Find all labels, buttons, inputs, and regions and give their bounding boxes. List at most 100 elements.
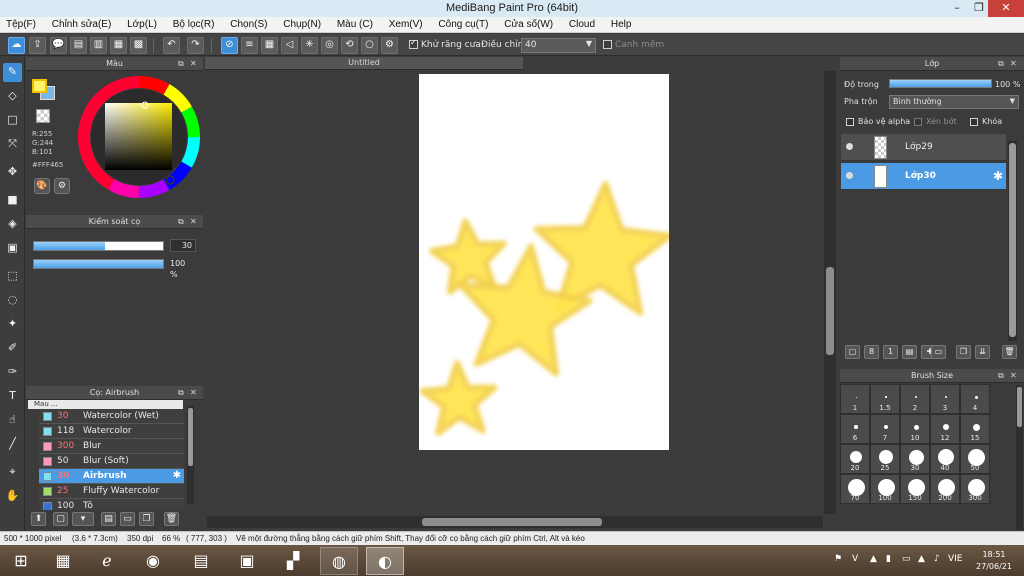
menu-help[interactable]: Help [611,17,632,30]
lock-checkbox[interactable] [970,118,978,126]
curve-snap-icon[interactable]: ⟲ [341,37,358,54]
clipping-checkbox[interactable] [914,118,922,126]
vertical-scrollbar[interactable] [824,71,836,514]
brush-list-item[interactable]: 25 Fluffy Watercolor [39,484,184,499]
hand-tool-icon[interactable]: ✋ [3,487,22,506]
brush-opacity-slider[interactable] [33,259,164,269]
bucket-tool-icon[interactable]: ◈ [3,215,22,234]
brush-list-item[interactable]: 118 Watercolor [39,424,184,439]
brush-size-slider[interactable] [33,241,164,251]
menu-snap[interactable]: Chụp(N) [283,17,321,30]
close-icon[interactable]: ✕ [1010,57,1017,70]
undock-icon[interactable]: ⧉ [178,386,184,399]
gradient-tool-icon[interactable]: ▣ [3,239,22,258]
document-icon[interactable]: ▥ [90,37,107,54]
delete-brush-icon[interactable]: 🗑 [164,512,179,526]
cross-snap-icon[interactable]: ▦ [261,37,278,54]
file-explorer-icon[interactable]: ▤ [182,547,220,575]
smudge-tool-icon[interactable]: ⤧ [3,135,22,154]
brush-size-option[interactable]: 20 [840,444,870,474]
alpha-protect-checkbox[interactable] [846,118,854,126]
scroll-thumb[interactable] [422,518,602,526]
foreground-color-swatch[interactable] [32,79,47,93]
menu-layer[interactable]: Lớp(L) [127,17,157,30]
radial-snap-icon[interactable]: ✳ [301,37,318,54]
operation-tool-icon[interactable]: ☝ [3,411,22,430]
color-wheel[interactable] [77,75,202,200]
new-8bit-layer-icon[interactable]: 8 [864,345,879,359]
new-brush-icon[interactable]: ▢ [53,512,68,526]
undock-icon[interactable]: ⧉ [178,57,184,70]
vanishing-point-icon[interactable]: ◁ [281,37,298,54]
tray-arrow-icon[interactable]: ▲ [870,554,877,564]
menu-edit[interactable]: Chỉnh sửa(E) [52,17,112,30]
concentric-snap-icon[interactable]: ◎ [321,37,338,54]
layer-row[interactable]: Lớp29 [841,134,1006,161]
redo-icon[interactable]: ↷ [187,37,204,54]
scroll-thumb[interactable] [1009,143,1016,337]
no-snap-icon[interactable]: ⊘ [221,37,238,54]
layer-opacity-slider[interactable] [889,79,992,88]
page-list-icon[interactable]: ▦ [110,37,127,54]
comment-icon[interactable]: 💬 [50,37,67,54]
brush-size-value[interactable]: 30 [170,239,196,252]
duplicate-layer-icon[interactable]: ❐ [956,345,971,359]
undock-icon[interactable]: ⧉ [998,369,1004,382]
close-button[interactable]: ✕ [988,0,1024,17]
internet-explorer-icon[interactable]: ℯ [88,547,126,575]
antialias-checkbox[interactable] [409,38,418,49]
merge-layer-icon[interactable]: ⇊ [975,345,990,359]
visibility-icon[interactable] [846,172,853,179]
undock-icon[interactable]: ⧉ [998,57,1004,70]
dot-tool-icon[interactable]: □ [3,111,22,130]
brush-size-option[interactable]: 150 [900,474,930,504]
brush-size-option[interactable]: 4 [960,384,990,414]
new-1bit-layer-icon[interactable]: 1 [883,345,898,359]
undo-icon[interactable]: ↶ [163,37,180,54]
grid-icon[interactable]: ▩ [130,37,147,54]
input-language[interactable]: VIE [948,554,963,564]
tray-flag-icon[interactable]: ⚑ [834,554,842,564]
tray-network-icon[interactable]: ▮ [886,554,891,564]
gear-icon[interactable]: ✱ [993,169,1003,183]
eyedropper-tool-icon[interactable]: ⌖ [3,463,22,482]
menu-filter[interactable]: Bộ lọc(R) [173,17,215,30]
undock-icon[interactable]: ⧉ [178,215,184,228]
menu-color[interactable]: Màu (C) [337,17,373,30]
brush-size-option[interactable]: 6 [840,414,870,444]
move-tool-icon[interactable]: ✥ [3,163,22,182]
system-clock[interactable]: 18:51 27/06/21 [972,549,1016,573]
network-app-icon[interactable]: ▞ [274,547,312,575]
windows-start-icon[interactable]: ⊞ [2,547,40,575]
transparent-color-swatch[interactable] [36,109,50,123]
divide-tool-icon[interactable]: ╱ [3,435,22,454]
layer-row[interactable]: Lớp30 ✱ [841,163,1006,190]
medibang-icon[interactable]: ◐ [366,547,404,575]
brush-size-scrollbar[interactable] [1016,385,1023,530]
brush-list-item[interactable]: 50 Blur (Soft) [39,454,184,469]
palette-settings-icon[interactable]: ⚙ [54,178,70,194]
drawing-canvas[interactable] [419,74,673,450]
rectangle-fill-icon[interactable]: ■ [3,191,22,210]
brush-size-option[interactable]: 2 [900,384,930,414]
brush-size-option[interactable]: 25 [870,444,900,474]
folder-icon[interactable]: ▭ [931,345,946,359]
select-rect-icon[interactable]: ⬚ [3,267,22,286]
layer-list-scrollbar[interactable] [1008,141,1017,341]
visibility-icon[interactable] [846,143,853,150]
select-pen-icon[interactable]: ✐ [3,339,22,358]
horizontal-scrollbar[interactable] [207,516,823,528]
brush-size-option[interactable]: 100 [870,474,900,504]
scroll-thumb[interactable] [188,408,193,466]
brush-list-item[interactable]: 300 Blur [39,439,184,454]
brush-settings-icon[interactable]: ▤ [101,512,116,526]
brush-size-option[interactable]: 300 [960,474,990,504]
menu-window[interactable]: Cửa số(W) [504,17,553,30]
brush-size-option[interactable]: 70 [840,474,870,504]
tray-signal-icon[interactable]: ▲ [918,554,925,564]
parallel-snap-icon[interactable]: ≡ [241,37,258,54]
duplicate-brush-icon[interactable]: ❐ [139,512,154,526]
brush-list-item[interactable]: 30 Watercolor (Wet) [39,409,184,424]
blend-mode-select[interactable]: Bình thường ▼ [889,95,1019,109]
powerpoint-icon[interactable]: ▣ [228,547,266,575]
